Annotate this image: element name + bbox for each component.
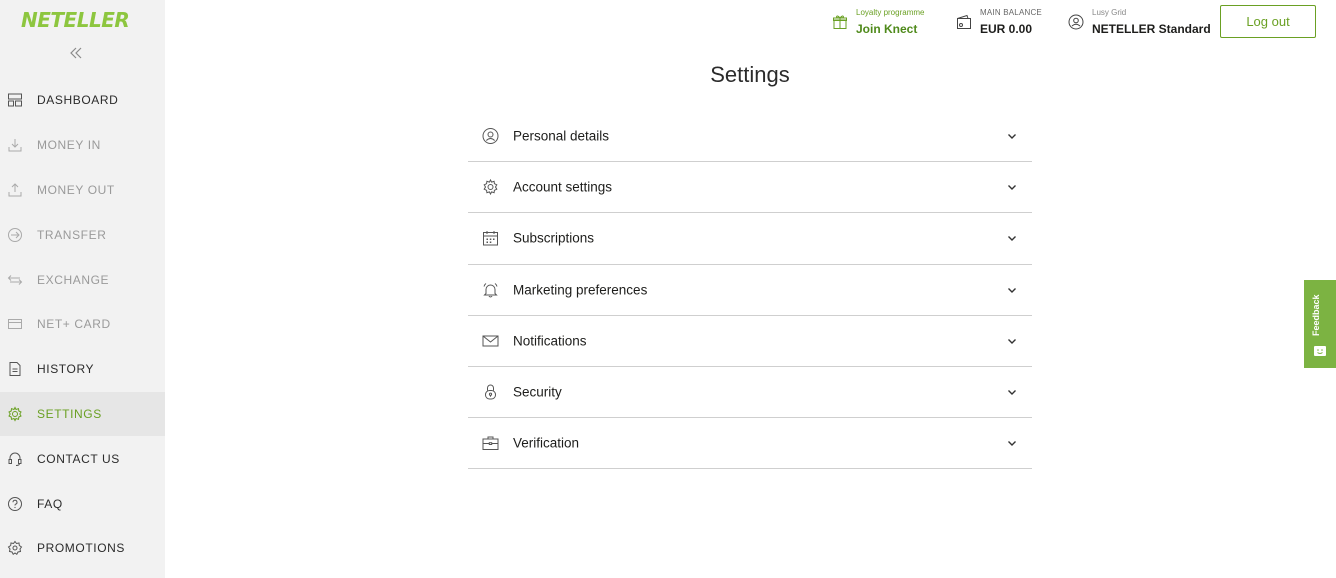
bell-icon: [483, 282, 498, 298]
loyalty-main-label[interactable]: Join Knect: [856, 22, 917, 36]
section-label: Subscriptions: [513, 230, 595, 246]
upload-tray-icon: [8, 183, 22, 197]
balance-small-label: MAIN BALANCE: [980, 8, 1042, 17]
page-title: Settings: [710, 62, 790, 87]
sidebar-nav: DASHBOARD MONEY IN MONEY OUT TRANSFER EX…: [0, 78, 165, 571]
envelope-icon: [482, 335, 499, 347]
section-label: Notifications: [513, 333, 587, 349]
settings-section-marketing-preferences[interactable]: Marketing preferences: [468, 265, 1032, 316]
chevron-down-icon[interactable]: [1006, 181, 1018, 193]
user-circle-icon: [1068, 14, 1084, 30]
calendar-icon: [483, 231, 498, 246]
feedback-label: Feedback: [1311, 294, 1321, 336]
double-chevron-left-icon[interactable]: [67, 44, 85, 62]
arrow-circle-icon: [8, 227, 22, 242]
section-label: Marketing preferences: [513, 282, 648, 298]
section-label: Verification: [513, 435, 580, 451]
settings-section-account-settings[interactable]: Account settings: [468, 162, 1032, 214]
sidebar-item-settings[interactable]: SETTINGS: [0, 391, 165, 437]
sidebar-item-label: DASHBOARD: [37, 93, 119, 108]
loyalty-programme[interactable]: Loyalty programme Join Knect: [832, 8, 942, 40]
question-icon: [8, 496, 22, 511]
sidebar-item-label: SETTINGS: [37, 406, 102, 421]
sidebar-item-label: TRANSFER: [37, 227, 107, 242]
sidebar-item-label: CONTACT US: [37, 451, 120, 466]
section-label: Security: [513, 384, 562, 400]
sidebar-item-label: MONEY OUT: [37, 182, 115, 197]
section-label: Account settings: [513, 179, 613, 195]
chat-face-icon: [1314, 346, 1326, 356]
sidebar-item-label: FAQ: [37, 496, 63, 511]
section-label: Personal details: [513, 128, 610, 144]
sidebar: NETELLER DASHBOARD MONEY IN MONEY OUT TR…: [0, 0, 165, 578]
swap-arrows-icon: [7, 274, 23, 285]
sidebar-item-faq[interactable]: FAQ: [0, 481, 165, 526]
sidebar-item-label: PROMOTIONS: [37, 541, 126, 556]
card-icon: [8, 319, 22, 330]
user-circle-icon: [482, 128, 499, 145]
settings-section-personal-details[interactable]: Personal details: [468, 111, 1032, 163]
main-balance: MAIN BALANCE EUR 0.00: [956, 8, 1056, 40]
gear-icon: [483, 179, 498, 196]
account-type: NETELLER Standard: [1092, 22, 1211, 36]
sidebar-item-money-in[interactable]: MONEY IN: [0, 123, 165, 168]
user-name: Lusy Grid: [1092, 8, 1127, 17]
settings-section-notifications[interactable]: Notifications: [468, 316, 1032, 367]
sidebar-item-exchange[interactable]: EXCHANGE: [0, 257, 165, 302]
chevron-down-icon[interactable]: [1006, 437, 1018, 449]
sidebar-item-contact-us[interactable]: CONTACT US: [0, 436, 165, 481]
settings-accordion: Personal details Account settings Subscr…: [468, 111, 1032, 470]
download-tray-icon: [8, 139, 22, 152]
chevron-down-icon[interactable]: [1006, 335, 1018, 347]
sidebar-item-label: NET+ CARD: [37, 317, 111, 332]
sidebar-item-transfer[interactable]: TRANSFER: [0, 212, 165, 257]
wallet-icon: [957, 14, 971, 29]
settings-section-subscriptions[interactable]: Subscriptions: [468, 213, 1032, 265]
logout-button[interactable]: Log out: [1220, 5, 1316, 38]
dashboard-icon: [8, 93, 22, 107]
sidebar-item-label: HISTORY: [37, 362, 95, 377]
neteller-logo[interactable]: NETELLER: [21, 8, 130, 32]
briefcase-icon: [482, 436, 499, 451]
badge-icon: [7, 541, 23, 556]
settings-section-verification[interactable]: Verification: [468, 418, 1032, 470]
sidebar-item-history[interactable]: HISTORY: [0, 347, 165, 392]
chevron-down-icon[interactable]: [1006, 130, 1018, 142]
sidebar-item-money-out[interactable]: MONEY OUT: [0, 168, 165, 213]
gear-icon: [8, 406, 22, 422]
document-icon: [9, 362, 21, 377]
lock-icon: [485, 384, 496, 400]
loyalty-small-label: Loyalty programme: [856, 8, 925, 17]
sidebar-item-net-card[interactable]: NET+ CARD: [0, 302, 165, 347]
chevron-down-icon[interactable]: [1006, 232, 1018, 244]
chevron-down-icon[interactable]: [1006, 284, 1018, 296]
chevron-down-icon[interactable]: [1006, 386, 1018, 398]
headset-icon: [8, 452, 22, 466]
sidebar-item-promotions[interactable]: PROMOTIONS: [0, 526, 165, 571]
sidebar-item-label: EXCHANGE: [37, 272, 110, 287]
sidebar-item-dashboard[interactable]: DASHBOARD: [0, 78, 165, 123]
user-account[interactable]: Lusy Grid NETELLER Standard: [1068, 8, 1211, 40]
balance-value: EUR 0.00: [980, 22, 1033, 36]
feedback-tab[interactable]: Feedback: [1304, 280, 1336, 368]
settings-section-security[interactable]: Security: [468, 367, 1032, 419]
gift-icon: [833, 15, 847, 29]
sidebar-item-label: MONEY IN: [37, 138, 101, 153]
